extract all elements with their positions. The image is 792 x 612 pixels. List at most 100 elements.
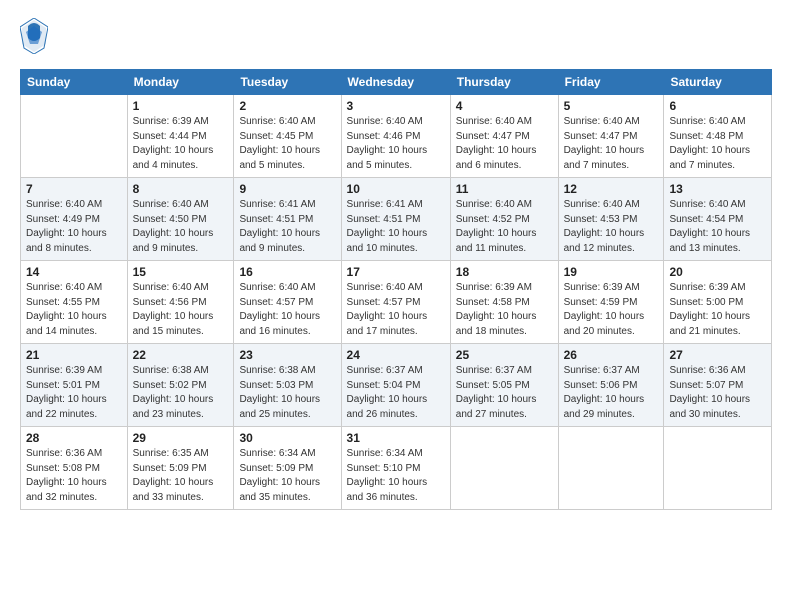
- day-info: Sunrise: 6:40 AM Sunset: 4:53 PM Dayligh…: [564, 198, 659, 256]
- day-info: Sunrise: 6:38 AM Sunset: 5:02 PM Dayligh…: [133, 364, 229, 422]
- day-number: 16: [239, 265, 335, 279]
- calendar-cell: 25Sunrise: 6:37 AM Sunset: 5:05 PM Dayli…: [450, 344, 558, 427]
- day-info: Sunrise: 6:36 AM Sunset: 5:07 PM Dayligh…: [669, 364, 766, 422]
- day-number: 11: [456, 182, 553, 196]
- day-info: Sunrise: 6:40 AM Sunset: 4:54 PM Dayligh…: [669, 198, 766, 256]
- day-info: Sunrise: 6:37 AM Sunset: 5:04 PM Dayligh…: [347, 364, 445, 422]
- day-info: Sunrise: 6:34 AM Sunset: 5:10 PM Dayligh…: [347, 447, 445, 505]
- day-info: Sunrise: 6:39 AM Sunset: 4:58 PM Dayligh…: [456, 281, 553, 339]
- day-info: Sunrise: 6:36 AM Sunset: 5:08 PM Dayligh…: [26, 447, 122, 505]
- calendar-cell: 20 Sunrise: 6:39 AM Sunset: 5:00 PM Dayli…: [664, 261, 772, 344]
- day-info: Sunrise: 6:40 AM Sunset: 4:47 PM Dayligh…: [456, 115, 553, 173]
- day-info: Sunrise: 6:39 AM Sunset: 5:00 PM Dayligh…: [669, 281, 766, 339]
- day-info: Sunrise: 6:40 AM Sunset: 4:46 PM Dayligh…: [347, 115, 445, 173]
- day-number: 15: [133, 265, 229, 279]
- day-number: 6: [669, 99, 766, 113]
- day-number: 20: [669, 265, 766, 279]
- calendar-cell: 7 Sunrise: 6:40 AM Sunset: 4:49 PM Daylig…: [21, 178, 128, 261]
- day-number: 27: [669, 348, 766, 362]
- day-info: Sunrise: 6:40 AM Sunset: 4:48 PM Dayligh…: [669, 115, 766, 173]
- calendar-header-tuesday: Tuesday: [234, 70, 341, 95]
- calendar-header-friday: Friday: [558, 70, 664, 95]
- day-number: 4: [456, 99, 553, 113]
- calendar-header-monday: Monday: [127, 70, 234, 95]
- day-info: Sunrise: 6:40 AM Sunset: 4:56 PM Dayligh…: [133, 281, 229, 339]
- day-number: 9: [239, 182, 335, 196]
- day-info: Sunrise: 6:40 AM Sunset: 4:52 PM Dayligh…: [456, 198, 553, 256]
- calendar-cell: 10 Sunrise: 6:41 AM Sunset: 4:51 PM Dayli…: [341, 178, 450, 261]
- calendar-cell: [21, 95, 128, 178]
- calendar-cell: 27 Sunrise: 6:36 AM Sunset: 5:07 PM Dayli…: [664, 344, 772, 427]
- calendar-cell: 4 Sunrise: 6:40 AM Sunset: 4:47 PM Daylig…: [450, 95, 558, 178]
- calendar-cell: 2 Sunrise: 6:40 AM Sunset: 4:45 PM Daylig…: [234, 95, 341, 178]
- day-info: Sunrise: 6:40 AM Sunset: 4:49 PM Dayligh…: [26, 198, 122, 256]
- day-info: Sunrise: 6:40 AM Sunset: 4:55 PM Dayligh…: [26, 281, 122, 339]
- calendar-table: SundayMondayTuesdayWednesdayThursdayFrid…: [20, 69, 772, 510]
- header: [20, 18, 772, 59]
- calendar-cell: 8 Sunrise: 6:40 AM Sunset: 4:50 PM Daylig…: [127, 178, 234, 261]
- day-number: 5: [564, 99, 659, 113]
- day-info: Sunrise: 6:41 AM Sunset: 4:51 PM Dayligh…: [347, 198, 445, 256]
- calendar-cell: 15 Sunrise: 6:40 AM Sunset: 4:56 PM Dayli…: [127, 261, 234, 344]
- calendar-cell: 12Sunrise: 6:40 AM Sunset: 4:53 PM Dayli…: [558, 178, 664, 261]
- calendar-cell: 21Sunrise: 6:39 AM Sunset: 5:01 PM Dayli…: [21, 344, 128, 427]
- calendar-cell: [450, 427, 558, 510]
- day-number: 30: [239, 431, 335, 445]
- day-info: Sunrise: 6:40 AM Sunset: 4:47 PM Dayligh…: [564, 115, 659, 173]
- calendar-cell: 22 Sunrise: 6:38 AM Sunset: 5:02 PM Dayli…: [127, 344, 234, 427]
- day-number: 2: [239, 99, 335, 113]
- calendar-header-saturday: Saturday: [664, 70, 772, 95]
- calendar-body: 1 Sunrise: 6:39 AM Sunset: 4:44 PM Daylig…: [21, 95, 772, 510]
- day-number: 22: [133, 348, 229, 362]
- day-info: Sunrise: 6:38 AM Sunset: 5:03 PM Dayligh…: [239, 364, 335, 422]
- day-info: Sunrise: 6:39 AM Sunset: 4:59 PM Dayligh…: [564, 281, 659, 339]
- calendar-cell: 19 Sunrise: 6:39 AM Sunset: 4:59 PM Dayli…: [558, 261, 664, 344]
- calendar-cell: 26Sunrise: 6:37 AM Sunset: 5:06 PM Dayli…: [558, 344, 664, 427]
- calendar-cell: 1 Sunrise: 6:39 AM Sunset: 4:44 PM Daylig…: [127, 95, 234, 178]
- day-number: 24: [347, 348, 445, 362]
- day-number: 28: [26, 431, 122, 445]
- calendar-cell: 29 Sunrise: 6:35 AM Sunset: 5:09 PM Dayli…: [127, 427, 234, 510]
- day-info: Sunrise: 6:40 AM Sunset: 4:50 PM Dayligh…: [133, 198, 229, 256]
- day-number: 3: [347, 99, 445, 113]
- calendar-cell: 3 Sunrise: 6:40 AM Sunset: 4:46 PM Daylig…: [341, 95, 450, 178]
- calendar-cell: [558, 427, 664, 510]
- day-info: Sunrise: 6:40 AM Sunset: 4:57 PM Dayligh…: [347, 281, 445, 339]
- calendar-cell: 16 Sunrise: 6:40 AM Sunset: 4:57 PM Dayli…: [234, 261, 341, 344]
- day-info: Sunrise: 6:40 AM Sunset: 4:45 PM Dayligh…: [239, 115, 335, 173]
- logo-icon: [20, 18, 48, 54]
- calendar-cell: 6 Sunrise: 6:40 AM Sunset: 4:48 PM Daylig…: [664, 95, 772, 178]
- day-number: 7: [26, 182, 122, 196]
- day-number: 17: [347, 265, 445, 279]
- calendar-week-1: 1 Sunrise: 6:39 AM Sunset: 4:44 PM Daylig…: [21, 95, 772, 178]
- day-number: 19: [564, 265, 659, 279]
- day-info: Sunrise: 6:39 AM Sunset: 4:44 PM Dayligh…: [133, 115, 229, 173]
- calendar-cell: 13Sunrise: 6:40 AM Sunset: 4:54 PM Dayli…: [664, 178, 772, 261]
- day-number: 8: [133, 182, 229, 196]
- calendar-cell: [664, 427, 772, 510]
- calendar-cell: 23Sunrise: 6:38 AM Sunset: 5:03 PM Dayli…: [234, 344, 341, 427]
- calendar-cell: 5 Sunrise: 6:40 AM Sunset: 4:47 PM Daylig…: [558, 95, 664, 178]
- calendar-week-4: 21Sunrise: 6:39 AM Sunset: 5:01 PM Dayli…: [21, 344, 772, 427]
- calendar-header-thursday: Thursday: [450, 70, 558, 95]
- calendar-cell: 9Sunrise: 6:41 AM Sunset: 4:51 PM Daylig…: [234, 178, 341, 261]
- day-number: 10: [347, 182, 445, 196]
- calendar-header-sunday: Sunday: [21, 70, 128, 95]
- day-number: 29: [133, 431, 229, 445]
- calendar-cell: 28 Sunrise: 6:36 AM Sunset: 5:08 PM Dayli…: [21, 427, 128, 510]
- day-number: 1: [133, 99, 229, 113]
- day-number: 26: [564, 348, 659, 362]
- day-number: 14: [26, 265, 122, 279]
- calendar-cell: 24 Sunrise: 6:37 AM Sunset: 5:04 PM Dayli…: [341, 344, 450, 427]
- calendar-cell: 11 Sunrise: 6:40 AM Sunset: 4:52 PM Dayli…: [450, 178, 558, 261]
- calendar-cell: 18Sunrise: 6:39 AM Sunset: 4:58 PM Dayli…: [450, 261, 558, 344]
- calendar-header-row: SundayMondayTuesdayWednesdayThursdayFrid…: [21, 70, 772, 95]
- calendar-cell: 17 Sunrise: 6:40 AM Sunset: 4:57 PM Dayli…: [341, 261, 450, 344]
- calendar-cell: 14 Sunrise: 6:40 AM Sunset: 4:55 PM Dayli…: [21, 261, 128, 344]
- day-number: 31: [347, 431, 445, 445]
- day-info: Sunrise: 6:34 AM Sunset: 5:09 PM Dayligh…: [239, 447, 335, 505]
- calendar-week-2: 7 Sunrise: 6:40 AM Sunset: 4:49 PM Daylig…: [21, 178, 772, 261]
- day-info: Sunrise: 6:35 AM Sunset: 5:09 PM Dayligh…: [133, 447, 229, 505]
- logo: [20, 18, 52, 59]
- day-info: Sunrise: 6:40 AM Sunset: 4:57 PM Dayligh…: [239, 281, 335, 339]
